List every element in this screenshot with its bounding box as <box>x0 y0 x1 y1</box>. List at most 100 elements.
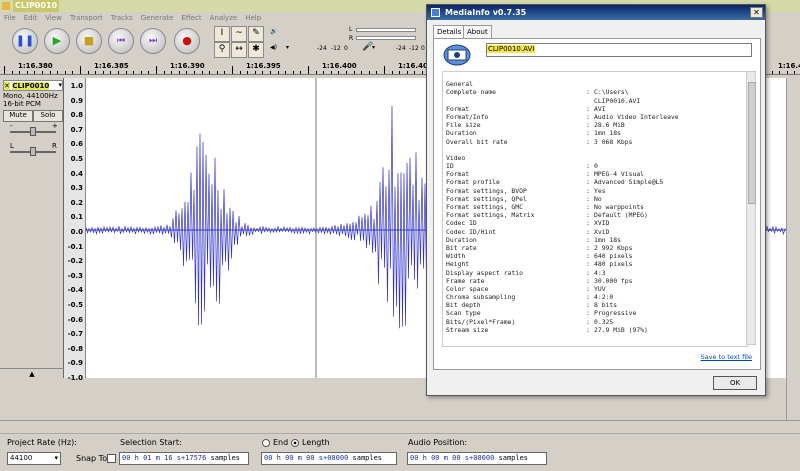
info-colon: : <box>586 170 590 179</box>
ruler-tick <box>254 71 256 74</box>
ruler-tick <box>87 71 89 74</box>
ruler-tick <box>201 71 203 74</box>
info-value: Default (MPEG) <box>594 211 648 220</box>
rec-meter-tick-0: 0 <box>421 45 425 52</box>
length-radio[interactable] <box>291 439 299 447</box>
speaker-icon: 🔊 <box>270 28 278 35</box>
ruler-tick <box>26 71 28 74</box>
info-value: Progressive <box>594 309 637 318</box>
tab-about[interactable]: About <box>463 25 492 39</box>
ruler-tick <box>64 71 66 74</box>
snap-to-checkbox[interactable] <box>107 454 116 463</box>
info-key: Format/Info <box>446 112 489 121</box>
menu-item[interactable]: Generate <box>137 12 178 24</box>
horizontal-scrollbar[interactable] <box>0 420 800 432</box>
stop-button[interactable]: ■ <box>76 28 102 54</box>
info-colon: : <box>586 219 590 228</box>
info-row: Codec ID/Hint: XviD <box>443 228 747 236</box>
info-key: Duration <box>446 129 477 138</box>
menu-item[interactable]: Analyze <box>206 12 242 24</box>
info-value: 1mn 18s <box>594 235 621 244</box>
file-name: CLIP0010.AVI <box>487 45 536 53</box>
info-scrollbar-thumb[interactable] <box>748 82 756 204</box>
ruler-tick <box>422 71 423 74</box>
menu-item[interactable]: Tracks <box>107 12 137 24</box>
info-key: Complete name <box>446 88 497 97</box>
gain-minus-label: - <box>10 122 13 130</box>
ok-button[interactable]: OK <box>713 376 757 390</box>
ruler-tick <box>118 71 119 74</box>
mute-button[interactable]: Mute <box>3 110 33 122</box>
record-meter-dropdown[interactable]: ▾ <box>372 44 375 51</box>
ruler-tick <box>794 71 796 74</box>
solo-button[interactable]: Solo <box>33 110 63 122</box>
info-key: Format profile <box>446 178 500 187</box>
info-row: Format settings, GMC: No warppoints <box>443 203 747 211</box>
media-info-text[interactable]: General Complete name: C:\Users\ CLIP0010.A… <box>442 71 748 347</box>
project-rate-select[interactable]: 44100 ▾ <box>7 452 61 465</box>
scale-label: -0.9 <box>67 359 83 368</box>
ruler-tick <box>384 66 385 74</box>
ruler-tick <box>292 71 294 74</box>
info-row: CLIP0010.AVI <box>443 97 747 105</box>
menu-item[interactable]: File <box>0 12 20 24</box>
scale-label: -1.0 <box>67 374 83 382</box>
info-row: Format settings, Matrix: Default (MPEG) <box>443 211 747 219</box>
playback-meter-dropdown[interactable]: ▾ <box>286 44 289 51</box>
multi-tool-button[interactable]: ✱ <box>248 42 264 58</box>
info-scrollbar[interactable] <box>746 71 756 345</box>
file-selector[interactable]: CLIP0010.AVI <box>486 43 752 57</box>
menu-item[interactable]: Transport <box>66 12 107 24</box>
ruler-tick <box>156 66 157 74</box>
audio-position-field[interactable]: 00 h 00 m 00 s+00000 samples <box>407 452 547 465</box>
play-icon: ▶ <box>52 34 62 47</box>
menu-item[interactable]: Edit <box>20 12 42 24</box>
envelope-tool-button[interactable]: ~ <box>231 26 247 42</box>
ruler-tick <box>270 71 271 74</box>
save-to-text-file-link[interactable]: Save to text file <box>701 353 752 361</box>
info-row: Width:640 pixels <box>443 252 747 260</box>
ruler-tick <box>376 71 378 74</box>
scale-label: -0.7 <box>67 330 83 339</box>
info-colon: : <box>586 104 590 113</box>
info-value: 2 992 Kbps <box>594 243 633 252</box>
play-button[interactable]: ▶ <box>44 28 70 54</box>
info-row: Format/Info: Audio Video Interleave <box>443 113 747 121</box>
menu-item[interactable]: Help <box>241 12 265 24</box>
info-key: Bit depth <box>446 301 481 310</box>
track-close-icon[interactable]: ✕ <box>4 82 10 90</box>
ruler-tick <box>262 71 264 74</box>
draw-tool-button[interactable]: ✎ <box>248 26 264 42</box>
vertical-scrollbar[interactable] <box>786 78 800 420</box>
playback-meter-left <box>356 28 416 32</box>
timeshift-tool-button[interactable]: ↔ <box>231 42 247 58</box>
mediainfo-title-bar[interactable]: MediaInfo v0.7.35 ✕ <box>427 5 765 20</box>
pan-slider-thumb[interactable] <box>30 147 36 156</box>
ruler-tick <box>300 71 302 74</box>
ruler-tick <box>4 66 5 74</box>
end-radio[interactable] <box>262 439 270 447</box>
record-button[interactable]: ● <box>174 28 200 54</box>
info-value: YUV <box>594 284 606 293</box>
end-label: End <box>273 438 289 447</box>
selection-start-field[interactable]: 00 h 01 m 16 s+17576 samples <box>119 452 249 465</box>
close-button[interactable]: ✕ <box>750 7 763 18</box>
info-row: Stream size:27.9 MiB (97%) <box>443 326 747 334</box>
playback-meter-right <box>356 36 416 40</box>
skip-to-end-button[interactable]: ⏭ <box>140 28 166 54</box>
selection-tool-button[interactable]: I <box>214 26 230 42</box>
length-field[interactable]: 00 h 00 m 00 s+00000 samples <box>261 452 397 465</box>
gain-slider-thumb[interactable] <box>30 127 36 136</box>
track-collapse-button[interactable]: ▲ <box>0 368 64 378</box>
menu-item[interactable]: View <box>41 12 66 24</box>
ruler-tick <box>178 71 180 74</box>
zoom-tool-button[interactable]: ⚲ <box>214 42 230 58</box>
pause-button[interactable]: ❚❚ <box>12 28 38 54</box>
menu-item[interactable]: Effect <box>177 12 205 24</box>
track-menu-arrow-icon[interactable]: ▾ <box>58 81 62 89</box>
info-value: Audio Video Interleave <box>594 112 679 121</box>
ruler-tick <box>406 71 408 74</box>
skip-to-start-button[interactable]: ⏮ <box>108 28 134 54</box>
selection-start-unit: samples <box>210 454 241 462</box>
track-name-box[interactable]: ✕ CLIP0010 ▾ <box>3 80 63 91</box>
